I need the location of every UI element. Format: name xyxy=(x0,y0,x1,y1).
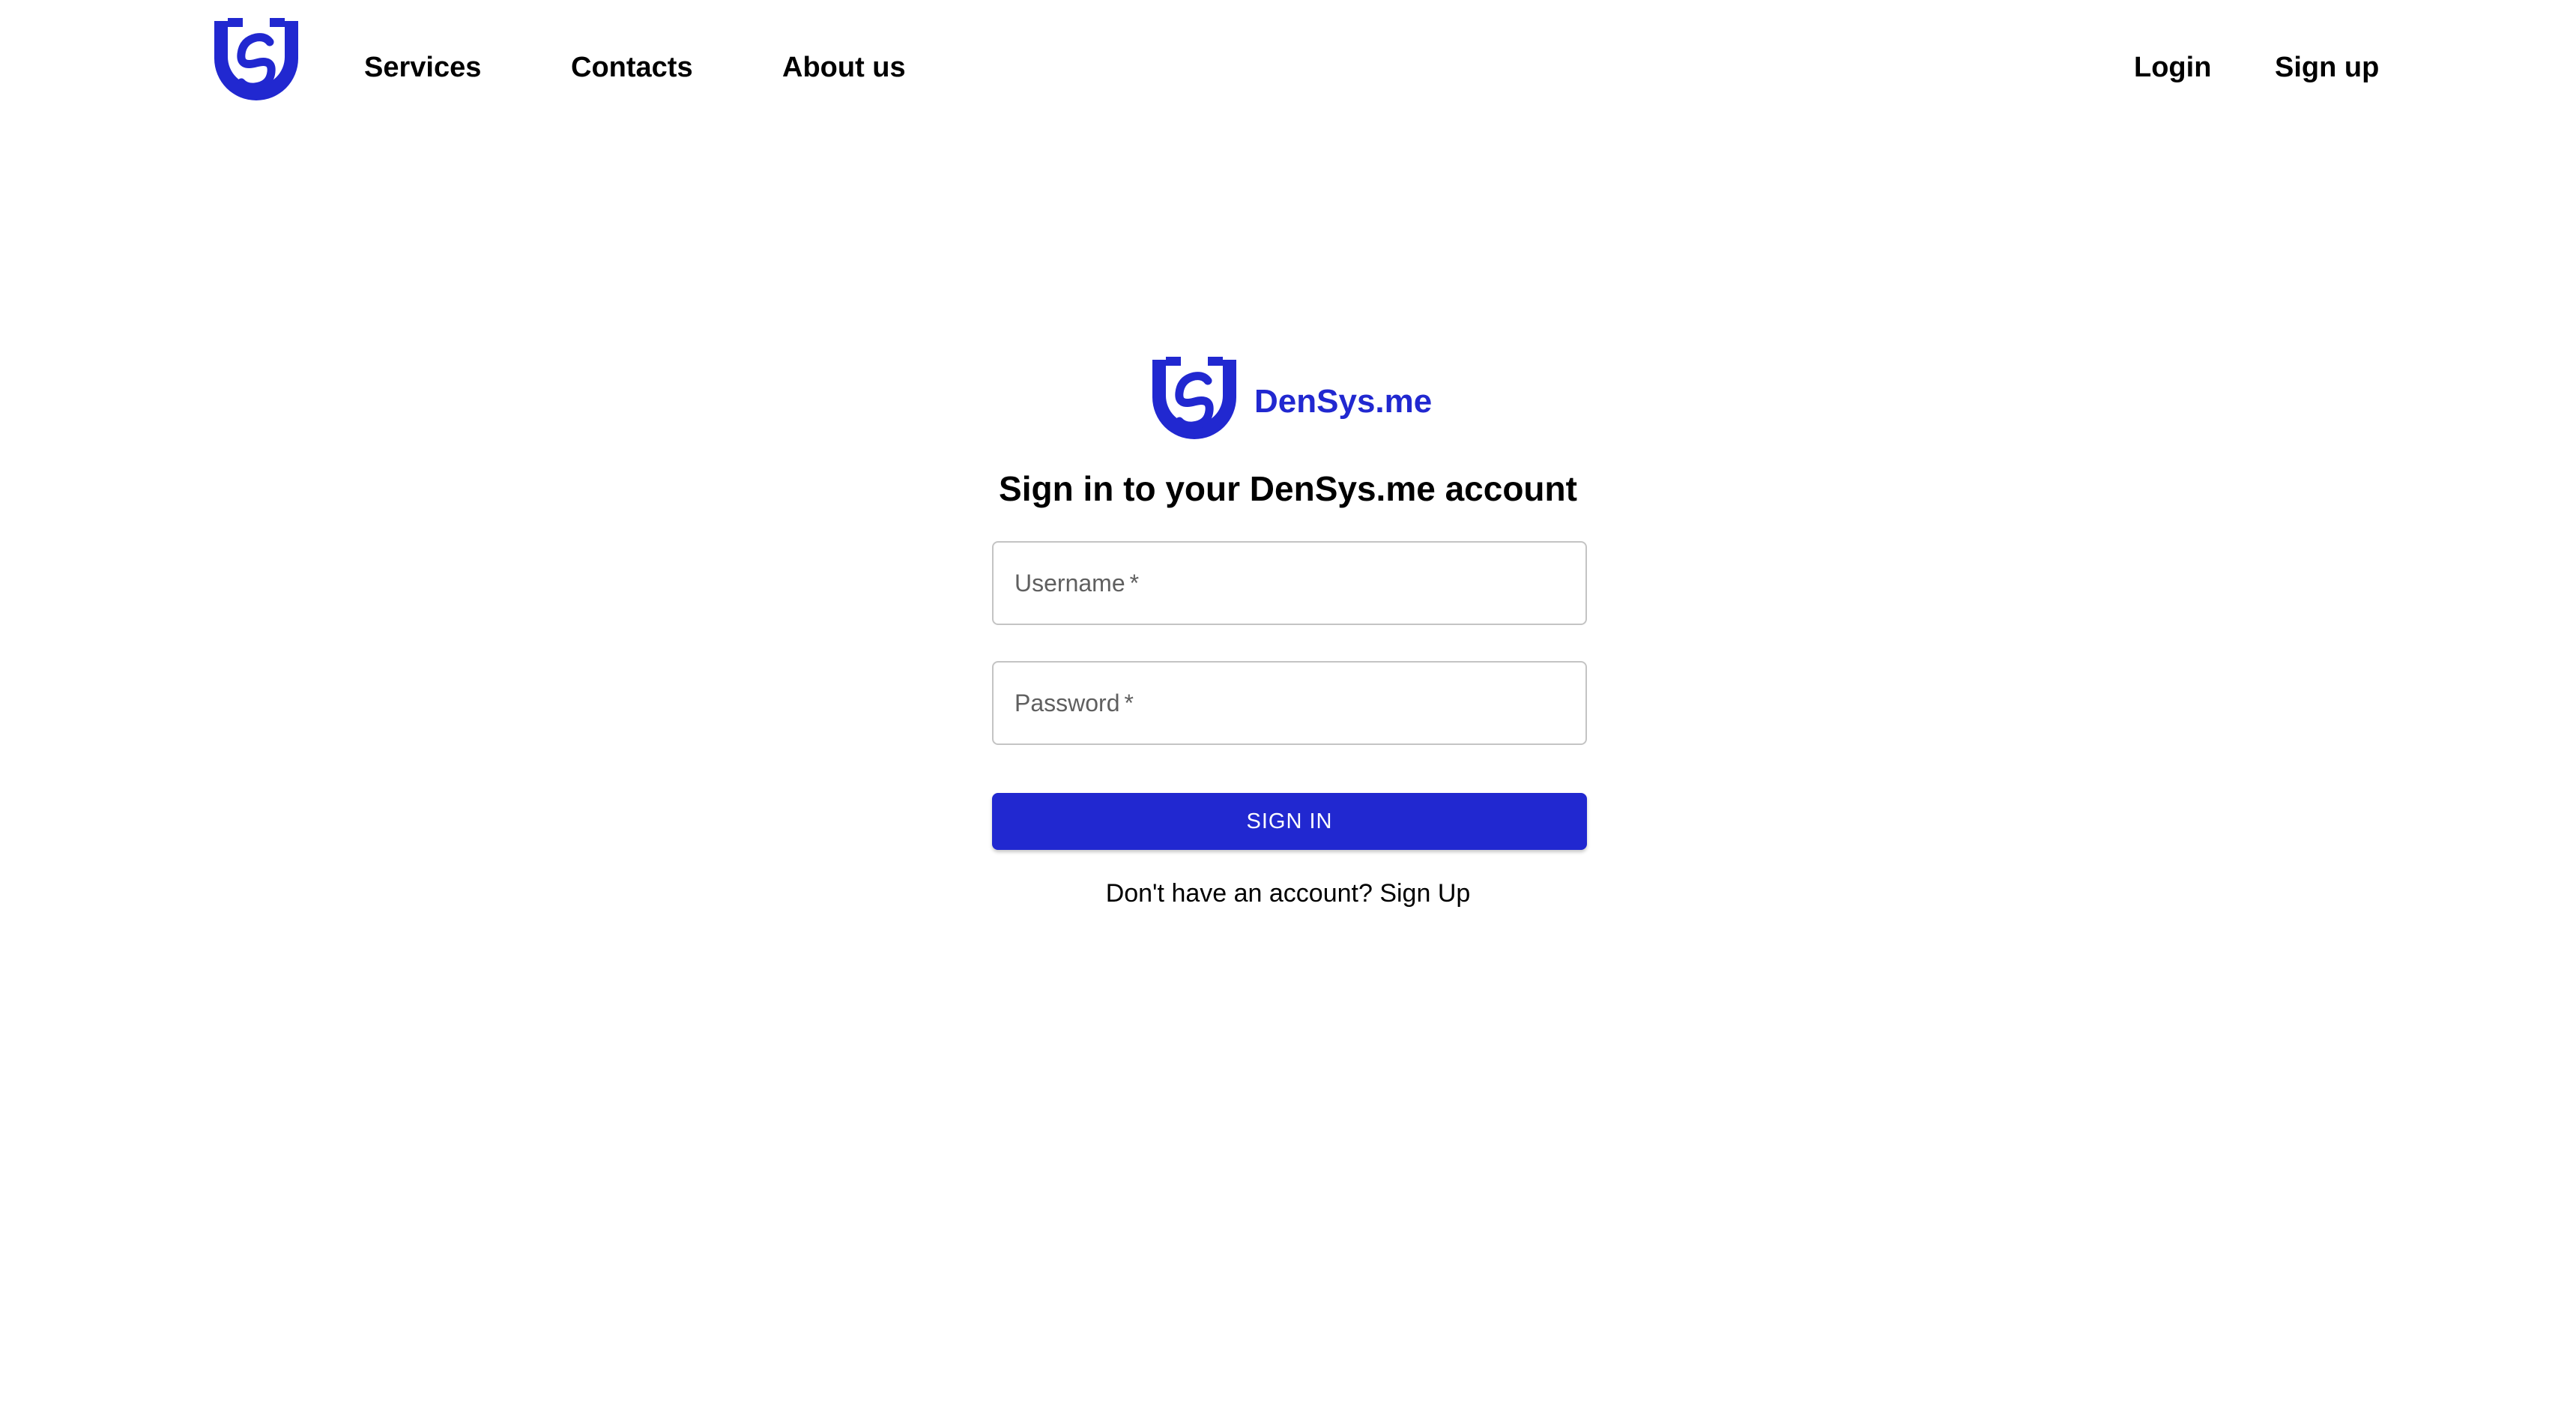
brand-header: DenSys.me xyxy=(1148,355,1432,448)
densys-logo-icon[interactable] xyxy=(210,16,303,109)
brand-name: DenSys.me xyxy=(1254,383,1433,420)
password-field[interactable]: Password * xyxy=(992,661,1587,745)
username-field[interactable]: Username * xyxy=(992,541,1587,625)
signup-link[interactable]: Sign Up xyxy=(1379,879,1470,908)
username-input[interactable] xyxy=(994,543,1585,624)
nav-link-contacts[interactable]: Contacts xyxy=(571,49,693,85)
signup-prompt: Don't have an account? Sign Up xyxy=(0,877,2576,910)
no-account-text: Don't have an account? xyxy=(1105,879,1373,908)
nav-link-about-us[interactable]: About us xyxy=(782,49,906,85)
densys-brand-logo-icon xyxy=(1152,357,1236,439)
sign-in-button[interactable]: SIGN IN xyxy=(992,793,1587,850)
signin-title: Sign in to your DenSys.me account xyxy=(999,469,1577,508)
nav-signup-link[interactable]: Sign up xyxy=(2275,49,2379,85)
nav-link-services[interactable]: Services xyxy=(364,49,481,85)
top-navbar: Services Contacts About us Login Sign up xyxy=(0,0,2576,136)
password-input[interactable] xyxy=(994,663,1585,743)
nav-login-link[interactable]: Login xyxy=(2134,49,2211,85)
